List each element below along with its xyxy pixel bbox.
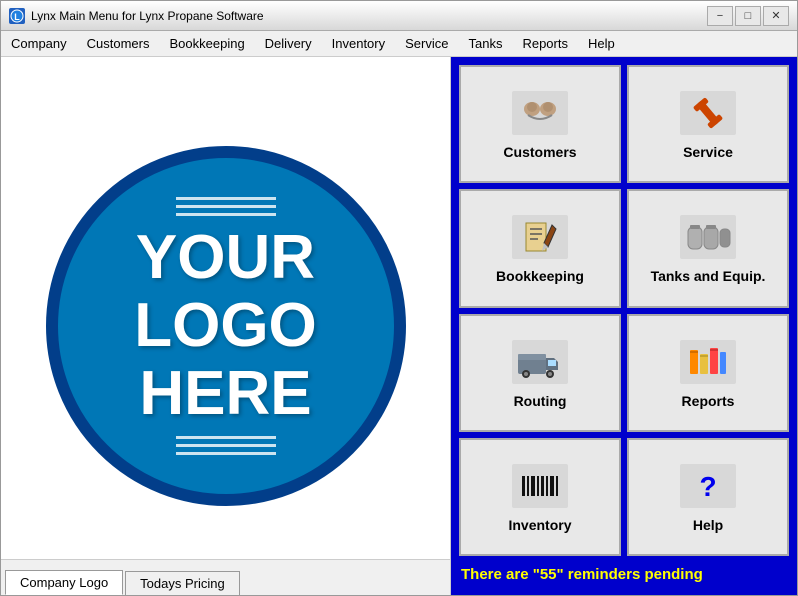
logo-circle: YOUR LOGO HERE [46, 146, 406, 506]
svg-text:?: ? [699, 471, 716, 502]
logo-line-logo: LOGO [134, 292, 317, 360]
logo-text: YOUR LOGO HERE [134, 224, 317, 429]
bottom-tabs: Company Logo Todays Pricing [1, 559, 450, 595]
company-logo-tab[interactable]: Company Logo [5, 570, 123, 595]
inventory-label: Inventory [508, 517, 571, 533]
logo-line-1 [176, 197, 276, 200]
inventory-button[interactable]: Inventory [459, 438, 621, 556]
main-content: YOUR LOGO HERE Company Logo Todays Prici… [1, 57, 797, 595]
close-button[interactable]: ✕ [763, 6, 789, 26]
logo-line-5 [176, 444, 276, 447]
svg-text:L: L [14, 12, 20, 22]
menu-item-service[interactable]: Service [395, 32, 458, 55]
routing-icon [510, 337, 570, 387]
logo-line-here: HERE [134, 360, 317, 428]
main-window: L Lynx Main Menu for Lynx Propane Softwa… [0, 0, 798, 596]
inventory-icon [510, 461, 570, 511]
help-label: Help [693, 517, 723, 533]
service-label: Service [683, 144, 733, 160]
tanks-button[interactable]: Tanks and Equip. [627, 189, 789, 307]
help-icon: ? [678, 461, 738, 511]
menu-item-customers[interactable]: Customers [77, 32, 160, 55]
menu-item-help[interactable]: Help [578, 32, 625, 55]
menu-bar: CompanyCustomersBookkeepingDeliveryInven… [1, 31, 797, 57]
module-grid: Customers [459, 65, 789, 556]
routing-label: Routing [514, 393, 567, 409]
bookkeeping-button[interactable]: Bookkeeping [459, 189, 621, 307]
bookkeeping-label: Bookkeeping [496, 268, 584, 284]
window-title: Lynx Main Menu for Lynx Propane Software [31, 9, 707, 23]
logo-line-your: YOUR [134, 224, 317, 292]
reports-button[interactable]: Reports [627, 314, 789, 432]
service-button[interactable]: Service [627, 65, 789, 183]
customers-button[interactable]: Customers [459, 65, 621, 183]
menu-item-company[interactable]: Company [1, 32, 77, 55]
reminder-text: There are "55" reminders pending [459, 562, 789, 587]
window-controls: − □ ✕ [707, 6, 789, 26]
right-panel: Customers [451, 57, 797, 595]
customers-label: Customers [503, 144, 576, 160]
service-icon [678, 88, 738, 138]
logo-lines-top [176, 197, 276, 216]
tanks-icon [678, 212, 738, 262]
reports-label: Reports [682, 393, 735, 409]
customers-icon [510, 88, 570, 138]
title-bar: L Lynx Main Menu for Lynx Propane Softwa… [1, 1, 797, 31]
tanks-label: Tanks and Equip. [651, 268, 766, 284]
menu-item-reports[interactable]: Reports [512, 32, 578, 55]
help-button[interactable]: ? Help [627, 438, 789, 556]
logo-panel: YOUR LOGO HERE Company Logo Todays Prici… [1, 57, 451, 595]
app-icon: L [9, 8, 25, 24]
logo-line-3 [176, 213, 276, 216]
menu-item-delivery[interactable]: Delivery [255, 32, 322, 55]
reports-icon [678, 337, 738, 387]
minimize-button[interactable]: − [707, 6, 733, 26]
maximize-button[interactable]: □ [735, 6, 761, 26]
menu-item-tanks[interactable]: Tanks [458, 32, 512, 55]
menu-item-bookkeeping[interactable]: Bookkeeping [160, 32, 255, 55]
logo-lines-bottom [176, 436, 276, 455]
bookkeeping-icon [510, 212, 570, 262]
todays-pricing-tab[interactable]: Todays Pricing [125, 571, 240, 595]
routing-button[interactable]: Routing [459, 314, 621, 432]
logo-line-4 [176, 436, 276, 439]
logo-line-2 [176, 205, 276, 208]
logo-line-6 [176, 452, 276, 455]
menu-item-inventory[interactable]: Inventory [322, 32, 395, 55]
